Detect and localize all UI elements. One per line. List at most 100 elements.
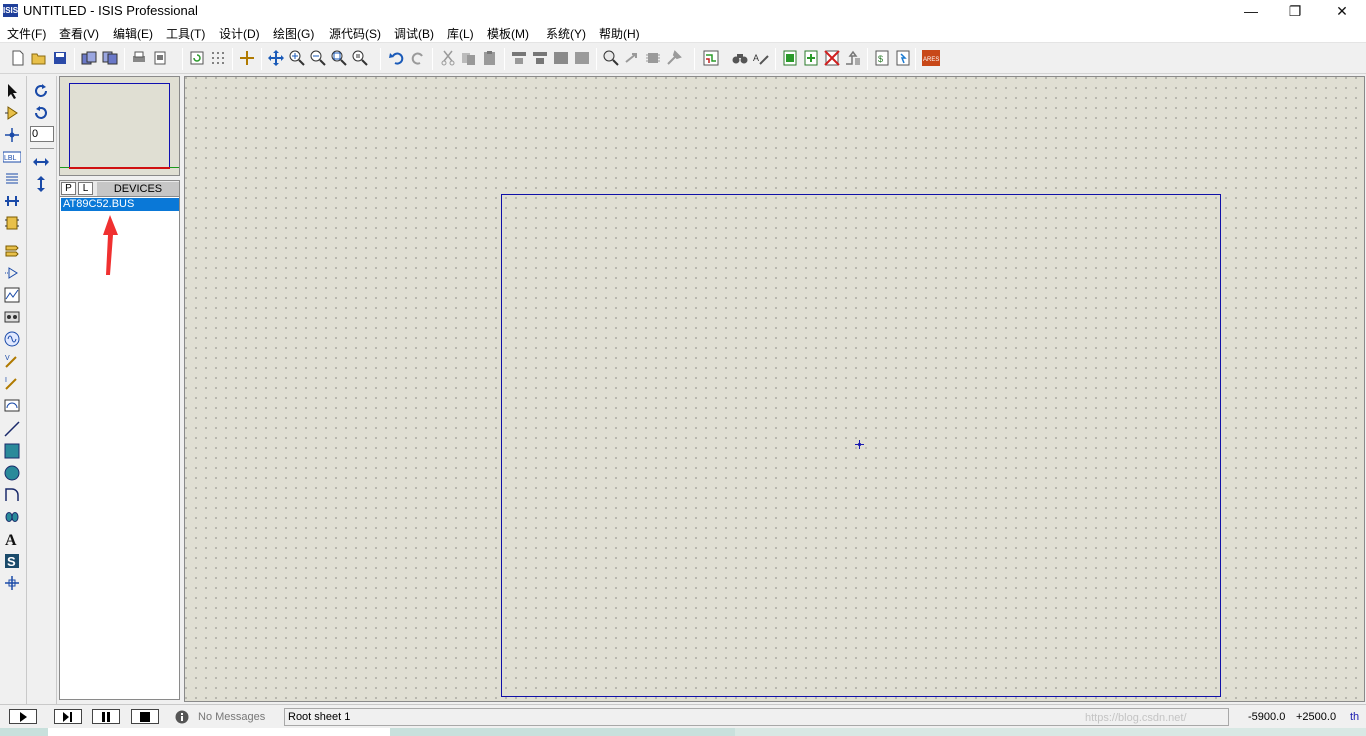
save-icon[interactable] (51, 49, 69, 67)
property-tool-icon[interactable]: A (752, 49, 770, 67)
wire-label-icon[interactable]: LBL (3, 148, 21, 166)
selection-mode-icon[interactable] (3, 82, 21, 100)
goto-sheet-icon[interactable] (844, 49, 862, 67)
info-icon (175, 710, 189, 724)
main-toolbar: A $ ARES (0, 44, 1366, 74)
print-area-icon[interactable] (151, 49, 169, 67)
make-device-icon[interactable] (623, 49, 641, 67)
menu-view[interactable]: 查看(V) (59, 25, 99, 42)
junction-dot-icon[interactable] (3, 126, 21, 144)
schematic-canvas[interactable] (184, 76, 1365, 702)
bill-of-materials-icon[interactable]: $ (873, 49, 891, 67)
circle-icon[interactable] (3, 464, 21, 482)
voltage-probe-icon[interactable]: V (3, 352, 21, 370)
zoom-area-icon[interactable] (351, 49, 369, 67)
menu-source[interactable]: 源代码(S) (329, 25, 381, 42)
text-script-icon[interactable] (3, 170, 21, 188)
menu-edit[interactable]: 编辑(E) (113, 25, 153, 42)
block-delete-icon[interactable] (573, 49, 591, 67)
delete-sheet-icon[interactable] (823, 49, 841, 67)
menu-help[interactable]: 帮助(H) (599, 25, 640, 42)
component-mode-icon[interactable] (3, 104, 21, 122)
buses-icon[interactable] (3, 192, 21, 210)
block-rotate-icon[interactable] (552, 49, 570, 67)
pause-button[interactable] (92, 709, 120, 724)
new-sheet-icon[interactable] (781, 49, 799, 67)
subcircuit-icon[interactable] (3, 214, 21, 232)
origin-icon[interactable] (238, 49, 256, 67)
menu-tools[interactable]: 工具(T) (166, 25, 205, 42)
add-sheet-icon[interactable] (802, 49, 820, 67)
device-selector-header: P L DEVICES (59, 180, 180, 197)
redo-icon[interactable] (409, 49, 427, 67)
play-button[interactable] (9, 709, 37, 724)
menu-template[interactable]: 模板(M) (487, 25, 529, 42)
zoom-all-icon[interactable] (330, 49, 348, 67)
virtual-instruments-icon[interactable] (3, 396, 21, 414)
rotate-anticlockwise-icon[interactable] (32, 104, 50, 122)
menu-design[interactable]: 设计(D) (219, 25, 260, 42)
cut-icon[interactable] (439, 49, 457, 67)
zoom-in-icon[interactable] (288, 49, 306, 67)
rotate-clockwise-icon[interactable] (32, 82, 50, 100)
line-icon[interactable] (3, 420, 21, 438)
block-move-icon[interactable] (531, 49, 549, 67)
netlist-to-ares-icon[interactable]: ARES (922, 49, 940, 67)
rotation-angle-input[interactable] (30, 126, 54, 142)
pick-from-library-button[interactable]: P (61, 182, 76, 195)
sheet-name: Root sheet 1 (288, 711, 351, 723)
menu-system[interactable]: 系统(Y) (546, 25, 586, 42)
marker-icon[interactable] (3, 574, 21, 592)
decompose-icon[interactable] (665, 49, 683, 67)
box-icon[interactable] (3, 442, 21, 460)
arc-icon[interactable] (3, 486, 21, 504)
stop-button[interactable] (131, 709, 159, 724)
menu-file[interactable]: 文件(F) (7, 25, 46, 42)
menu-graph[interactable]: 绘图(G) (273, 25, 314, 42)
message-area[interactable]: No Messages (172, 708, 270, 726)
menu-debug[interactable]: 调试(B) (394, 25, 434, 42)
close-button[interactable]: ✕ (1319, 0, 1365, 22)
packaging-icon[interactable] (644, 49, 662, 67)
zoom-out-icon[interactable] (309, 49, 327, 67)
text-icon[interactable]: A (3, 530, 21, 548)
tape-recorder-icon[interactable] (3, 308, 21, 326)
minimize-button[interactable]: — (1228, 0, 1274, 22)
generator-icon[interactable] (3, 330, 21, 348)
overview-window[interactable] (59, 76, 180, 176)
menu-bar: 文件(F) 查看(V) 编辑(E) 工具(T) 设计(D) 绘图(G) 源代码(… (0, 22, 1366, 43)
library-manager-button[interactable]: L (78, 182, 93, 195)
symbol-icon[interactable]: S (3, 552, 21, 570)
refresh-icon[interactable] (188, 49, 206, 67)
mirror-vertical-icon[interactable] (32, 175, 50, 193)
electrical-rule-check-icon[interactable] (894, 49, 912, 67)
overview-sheet-frame (69, 83, 170, 169)
undo-icon[interactable] (388, 49, 406, 67)
maximize-button[interactable]: ❐ (1272, 0, 1318, 22)
copy-icon[interactable] (460, 49, 478, 67)
grid-icon[interactable] (209, 49, 227, 67)
device-list-item[interactable]: AT89C52.BUS (61, 198, 179, 211)
pick-device-icon[interactable] (602, 49, 620, 67)
device-pins-icon[interactable] (3, 264, 21, 282)
svg-text:A: A (5, 532, 17, 547)
wire-autorouter-icon[interactable] (702, 49, 720, 67)
pan-icon[interactable] (267, 49, 285, 67)
current-probe-icon[interactable]: I (3, 374, 21, 392)
export-icon[interactable] (101, 49, 119, 67)
new-file-icon[interactable] (9, 49, 27, 67)
menu-library[interactable]: 库(L) (447, 25, 474, 42)
search-tag-icon[interactable] (731, 49, 749, 67)
open-file-icon[interactable] (30, 49, 48, 67)
import-icon[interactable] (80, 49, 98, 67)
terminals-icon[interactable] (3, 242, 21, 260)
mirror-horizontal-icon[interactable] (32, 153, 50, 171)
watermark-text: https://blog.csdn.net/ (1085, 712, 1187, 724)
step-button[interactable] (54, 709, 82, 724)
closed-path-icon[interactable] (3, 508, 21, 526)
messages-label: No Messages (198, 711, 266, 723)
print-icon[interactable] (130, 49, 148, 67)
block-copy-icon[interactable] (510, 49, 528, 67)
paste-icon[interactable] (481, 49, 499, 67)
graph-icon[interactable] (3, 286, 21, 304)
